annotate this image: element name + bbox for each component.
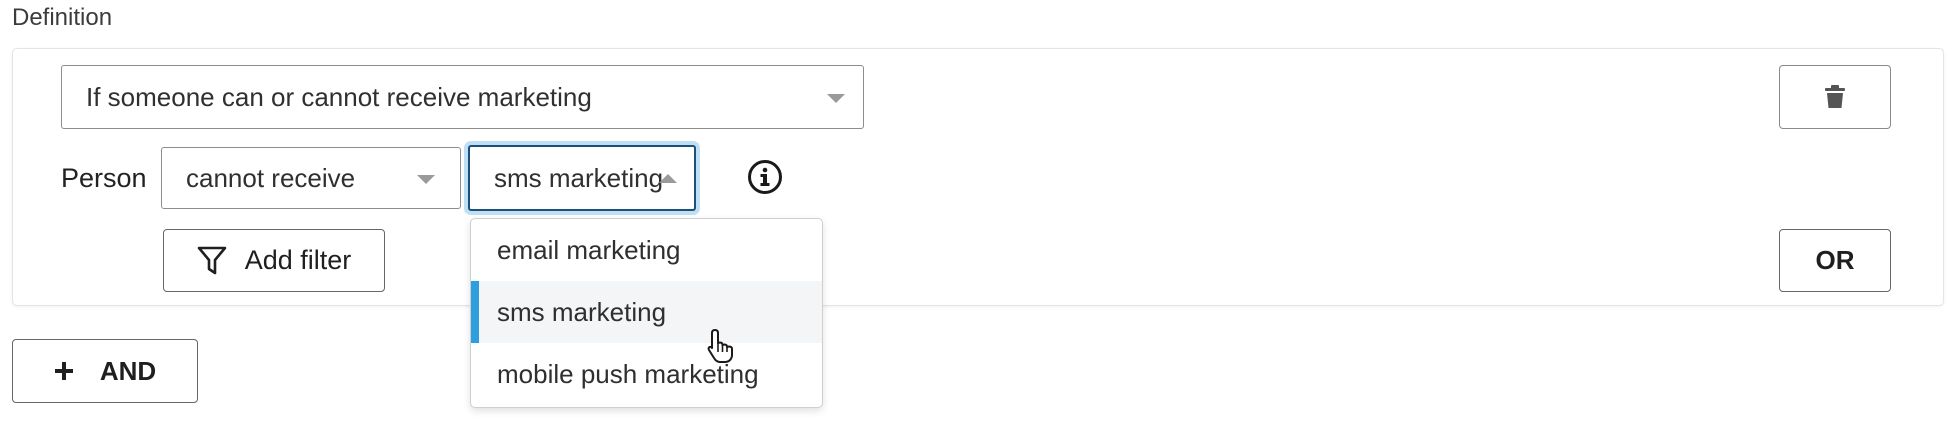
- condition-type-select[interactable]: If someone can or cannot receive marketi…: [61, 65, 864, 129]
- channel-value: sms marketing: [494, 162, 664, 193]
- channel-dropdown-menu: email marketing sms marketing mobile pus…: [470, 218, 823, 408]
- channel-select[interactable]: sms marketing: [468, 145, 696, 211]
- section-title: Definition: [12, 4, 113, 31]
- hand-pointer-icon: [707, 329, 733, 363]
- or-button[interactable]: OR: [1779, 229, 1891, 292]
- dropdown-option-mobile-push[interactable]: mobile push marketing: [471, 343, 822, 405]
- ability-value: cannot receive: [186, 162, 356, 193]
- option-label: email marketing: [497, 234, 681, 265]
- chevron-down-icon: [827, 94, 845, 103]
- person-label: Person: [61, 163, 147, 193]
- condition-type-value: If someone can or cannot receive marketi…: [86, 81, 592, 112]
- chevron-up-icon: [659, 174, 677, 183]
- funnel-icon: [197, 246, 227, 274]
- plus-icon: [54, 362, 73, 380]
- and-label: AND: [99, 355, 157, 386]
- dropdown-option-email[interactable]: email marketing: [471, 219, 822, 281]
- ability-select[interactable]: cannot receive: [161, 147, 461, 209]
- add-filter-button[interactable]: Add filter: [163, 229, 385, 292]
- option-label: sms marketing: [497, 296, 667, 327]
- or-label: OR: [1815, 245, 1855, 275]
- trash-icon: [1825, 85, 1845, 108]
- selected-indicator: [471, 281, 479, 343]
- delete-condition-button[interactable]: [1779, 65, 1891, 129]
- condition-card: If someone can or cannot receive marketi…: [12, 48, 1944, 306]
- dropdown-option-sms[interactable]: sms marketing: [471, 281, 822, 343]
- and-button[interactable]: AND: [12, 339, 198, 403]
- add-filter-label: Add filter: [244, 245, 352, 275]
- info-icon[interactable]: [747, 159, 783, 195]
- chevron-down-icon: [417, 175, 435, 184]
